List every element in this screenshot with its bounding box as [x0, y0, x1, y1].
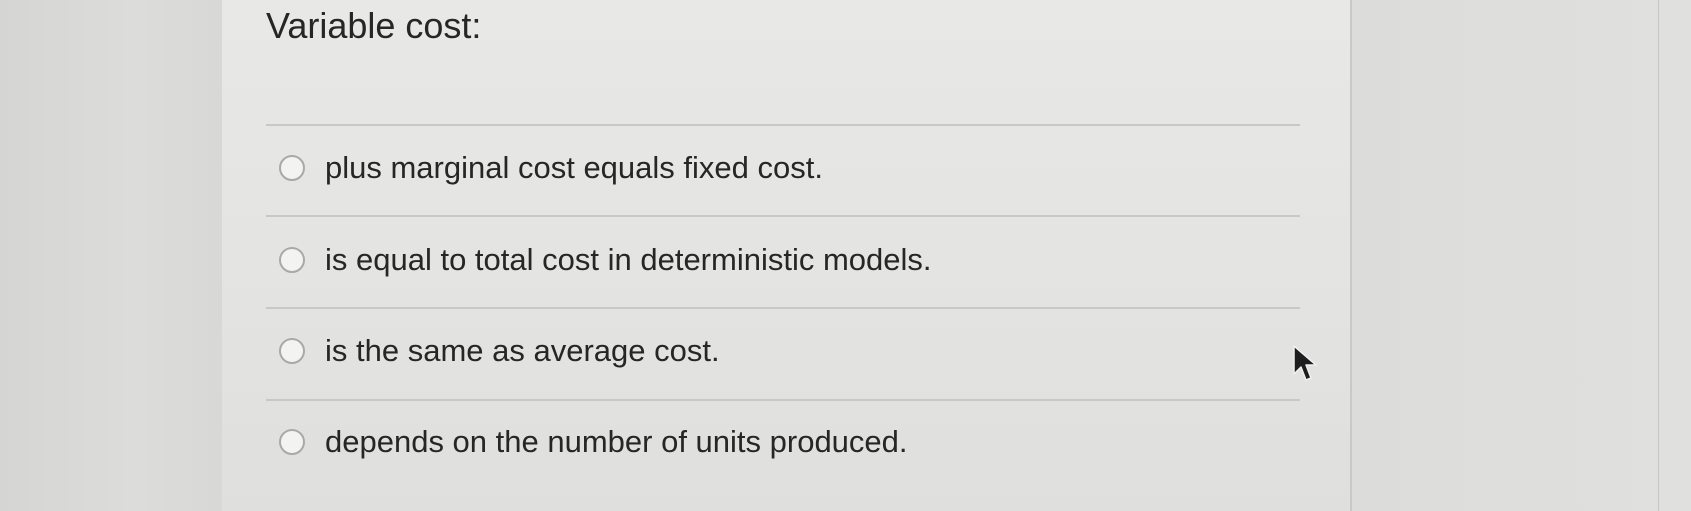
- mouse-pointer-icon: [1293, 345, 1317, 381]
- answer-option-label: plus marginal cost equals fixed cost.: [325, 150, 823, 185]
- answer-option[interactable]: plus marginal cost equals fixed cost.: [279, 143, 823, 193]
- answer-option[interactable]: depends on the number of units produced.: [279, 417, 908, 467]
- radio-button[interactable]: [279, 429, 305, 455]
- question-title: Variable cost:: [266, 5, 482, 46]
- divider: [266, 399, 1300, 401]
- right-gutter: [1352, 0, 1691, 511]
- answer-option-label: is equal to total cost in deterministic …: [325, 242, 932, 277]
- left-gutter: [0, 0, 223, 511]
- radio-button[interactable]: [279, 155, 305, 181]
- right-edge-divider: [1658, 0, 1659, 511]
- answer-option-label: is the same as average cost.: [325, 333, 720, 368]
- answer-option-label: depends on the number of units produced.: [325, 424, 908, 459]
- radio-button[interactable]: [279, 247, 305, 273]
- answer-option[interactable]: is the same as average cost.: [279, 326, 720, 376]
- radio-button[interactable]: [279, 338, 305, 364]
- divider: [266, 215, 1300, 217]
- divider: [266, 307, 1300, 309]
- answer-option[interactable]: is equal to total cost in deterministic …: [279, 235, 932, 285]
- divider: [266, 124, 1300, 126]
